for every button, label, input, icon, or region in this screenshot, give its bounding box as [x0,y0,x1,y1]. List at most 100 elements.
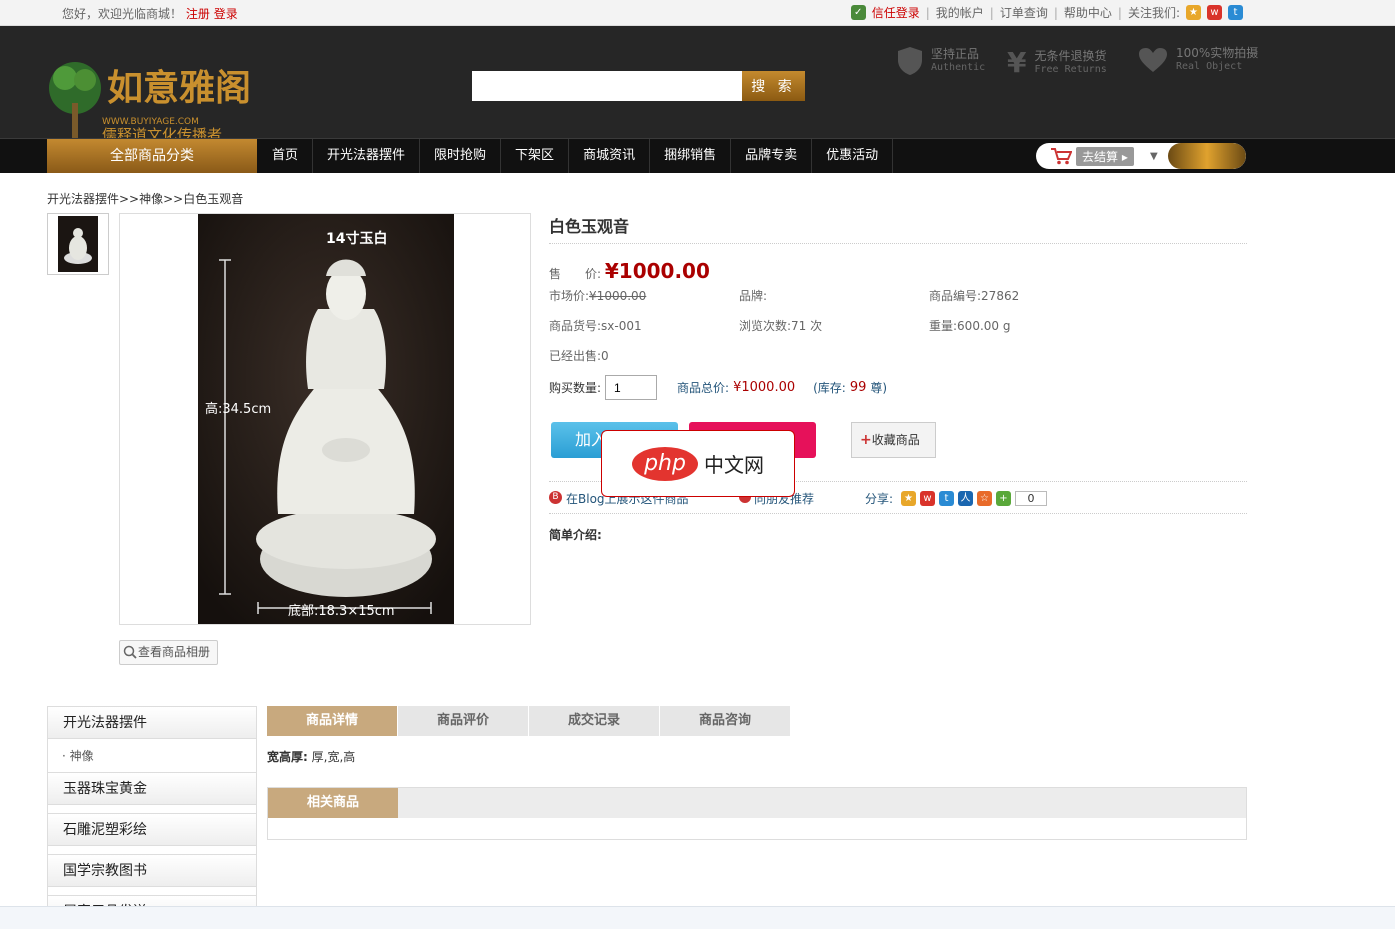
search-button[interactable]: 搜 索 [742,71,805,101]
tab-reviews[interactable]: 商品评价 [398,706,528,736]
view-album-button[interactable]: 查看商品相册 [119,640,218,665]
shield-icon [898,47,922,75]
category-sidebar: 开光法器摆件 · 神像 玉器珠宝黄金 石雕泥塑彩绘 国学宗教图书 居家用品发送 [47,706,257,916]
sidebar-subcategory[interactable]: · 神像 [48,739,256,773]
item-no-value: sx-001 [601,319,642,333]
help-center-link[interactable]: 帮助中心 [1064,4,1112,21]
nav-item-promotions[interactable]: 优惠活动 [812,139,894,173]
php-logo-text: 中文网 [704,453,764,477]
yen-icon: ¥ [1007,46,1027,79]
divider: | [1117,5,1122,20]
view-album-label: 查看商品相册 [138,645,211,659]
tab-inquiries[interactable]: 商品咨询 [660,706,790,736]
dimensions-row: 宽高厚: 厚,宽,高 [267,748,355,765]
my-account-link[interactable]: 我的帐户 [936,4,984,21]
product-price: ¥1000.00 [604,259,710,283]
favorite-label: 收藏商品 [871,433,920,447]
quantity-row: 购买数量: 商品总价: ¥1000.00 (库存:99尊) [549,375,887,400]
weight-value: 600.00 g [957,319,1011,333]
stock-suffix: 尊) [870,381,888,395]
divider: | [1053,5,1058,20]
sidebar-subcategory-label: 神像 [69,749,94,763]
market-price-label: 市场价: [549,289,590,303]
heart-icon [1139,48,1167,72]
brand-row: 品牌: [739,287,767,304]
tab-transactions[interactable]: 成交记录 [529,706,659,736]
sidebar-category[interactable]: 玉器珠宝黄金 [48,773,256,805]
site-logo[interactable]: 如意雅阁 WWW.BUYIYAGE.COM 儒释道文化传播者 [47,48,257,148]
tencent-weibo-icon[interactable]: t [1228,5,1243,20]
sku-label: 商品编号: [929,289,982,303]
market-price: ¥1000.00 [589,289,647,303]
qzone-share-icon[interactable]: ★ [901,491,916,506]
chevron-down-icon[interactable]: ▼ [1150,151,1158,162]
product-thumbnail[interactable] [47,213,109,275]
welcome-area: 您好，欢迎光临商城！ 注册 登录 [62,5,238,22]
total-value: ¥1000.00 [733,380,796,395]
favorite-button[interactable]: +收藏商品 [851,422,936,458]
favorite-share-icon[interactable]: ☆ [977,491,992,506]
sidebar-spacer [48,805,256,814]
related-products: 相关商品 [267,787,1247,840]
related-header: 相关商品 [268,788,1246,818]
sold-row: 已经出售:0 [549,347,609,364]
image-caption-height: 高:34.5cm [205,402,272,417]
order-query-link[interactable]: 订单查询 [1000,4,1048,21]
more-share-icon[interactable]: + [996,491,1011,506]
blog-icon: B [549,491,562,504]
all-categories-button[interactable]: 全部商品分类 [47,139,257,173]
tab-details[interactable]: 商品详情 [267,706,397,736]
main-nav: 全部商品分类 首页 开光法器摆件 限时抢购 下架区 商城资讯 捆绑销售 品牌专卖… [0,138,1395,173]
follow-us-label: 关注我们: [1127,6,1180,20]
dimensions-label: 宽高厚: [267,750,308,764]
tencent-share-icon[interactable]: t [939,491,954,506]
promo-title: 100%实物拍摄 [1176,46,1259,60]
trust-login-link[interactable]: 信任登录 [872,4,920,21]
breadcrumb[interactable]: 开光法器摆件>>神像>>白色玉观音 [47,190,243,207]
nav-item-ritual-objects[interactable]: 开光法器摆件 [313,139,421,173]
weibo-share-icon[interactable]: w [920,491,935,506]
share-icons: ★ w t 人 ☆ + 0 [901,491,1047,506]
product-info: 白色玉观音 售 价: ¥1000.00 市场价:¥1000.00 品牌: 商品编… [549,213,1247,542]
nav-item-bundles[interactable]: 捆绑销售 [650,139,732,173]
weight-row: 重量:600.00 g [929,317,1010,334]
nav-item-brands[interactable]: 品牌专卖 [731,139,813,173]
nav-item-news[interactable]: 商城资讯 [569,139,651,173]
brand-label: 品牌: [739,289,768,303]
product-title: 白色玉观音 [549,213,1247,244]
sidebar-category[interactable]: 开光法器摆件 [48,707,256,739]
stock-value: 99 [849,380,867,395]
search-bar: 搜 索 [472,71,805,101]
views-label: 浏览次数: [739,319,792,333]
promo-returns: ¥ 无条件退换货 Free Returns [1007,46,1107,79]
image-caption-base: 底部:18.3×15cm [288,604,395,619]
checkout-button[interactable]: 去结算 ▸ [1076,147,1134,166]
nav-item-flash-sale[interactable]: 限时抢购 [420,139,502,173]
dimensions-value: 厚,宽,高 [311,750,356,764]
nav-item-clearance[interactable]: 下架区 [501,139,570,173]
weibo-icon[interactable]: w [1207,5,1222,20]
search-input[interactable] [472,71,742,101]
promo-title: 坚持正品 [931,47,980,61]
login-link[interactable]: 登录 [214,7,238,21]
promo-sub: Free Returns [1034,63,1107,75]
cart-icon [1051,148,1072,165]
promo-authentic: 坚持正品 Authentic [897,46,985,76]
sidebar-category[interactable]: 国学宗教图书 [48,855,256,887]
plus-icon: + [860,432,872,448]
qzone-icon[interactable]: ★ [1186,5,1201,20]
mini-cart[interactable]: 去结算 ▸ ▼ [1036,143,1246,169]
item-no-row: 商品货号:sx-001 [549,317,642,334]
promo-real: 100%实物拍摄 Real Object [1138,46,1258,74]
related-title: 相关商品 [268,788,398,818]
renren-share-icon[interactable]: 人 [958,491,973,506]
sidebar-category[interactable]: 石雕泥塑彩绘 [48,814,256,846]
quantity-input[interactable] [605,375,658,400]
register-link[interactable]: 注册 [186,7,210,21]
intro-label: 简单介绍: [549,528,602,542]
share-count: 0 [1015,491,1047,506]
nav-item-home[interactable]: 首页 [258,139,314,173]
sold-value: 0 [601,349,609,363]
sold-label: 已经出售: [549,349,602,363]
product-main-image[interactable]: 14寸玉白 高:34.5cm 底部:18.3×15cm [119,213,531,625]
